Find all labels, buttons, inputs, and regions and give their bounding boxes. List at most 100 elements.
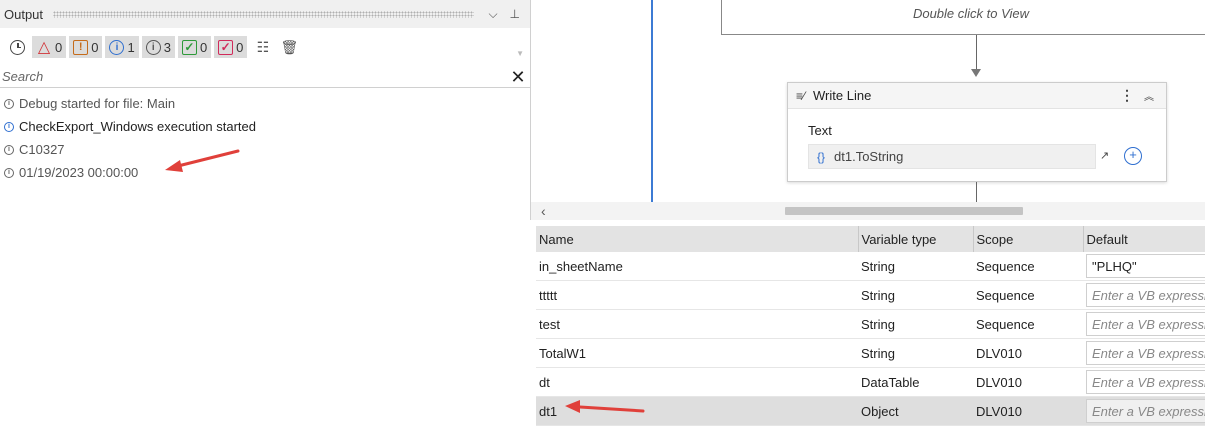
log-entry[interactable]: i 01/19/2023 00:00:00 xyxy=(0,161,530,184)
default-expression-input[interactable]: Enter a VB expression xyxy=(1086,370,1205,395)
variable-type[interactable]: String xyxy=(858,280,973,311)
variable-scope[interactable]: DLV010 xyxy=(973,367,1083,398)
variable-name[interactable]: in_sheetName xyxy=(536,252,858,282)
clear-all-button[interactable]: 🗑 xyxy=(277,36,301,58)
write-line-activity[interactable]: ≡⁄ Write Line ⋮ ︽ Text {} dt1.ToString ↗… xyxy=(787,82,1167,182)
log-text: CheckExport_Windows execution started xyxy=(19,119,257,134)
chevron-down-icon[interactable]: ⌵ xyxy=(482,7,503,22)
info-icon: i xyxy=(4,121,14,132)
collapsed-activity[interactable]: Double click to View xyxy=(721,0,1205,35)
table-row-selected[interactable]: dt1 Object DLV010 Enter a VB expression xyxy=(536,396,1205,426)
expression-braces-icon: {} xyxy=(817,149,826,164)
variable-default-cell: Enter a VB expression xyxy=(1083,280,1205,311)
scrollbar-thumb[interactable] xyxy=(785,207,1023,215)
trash-icon: 🗑 xyxy=(280,38,299,55)
column-header-default[interactable]: Default xyxy=(1083,226,1205,252)
variable-default-cell: Enter a VB expression xyxy=(1083,338,1205,369)
trace-filter-button[interactable]: i 3 xyxy=(141,36,175,58)
log-entry[interactable]: i C10327 xyxy=(0,138,530,161)
connector-line xyxy=(976,182,978,202)
log-entry[interactable]: i Debug started for file: Main xyxy=(0,92,530,115)
list-icon: ☷ xyxy=(256,38,270,55)
log-text: C10327 xyxy=(19,142,65,157)
variable-name[interactable]: dt xyxy=(536,367,858,398)
timestamps-button[interactable] xyxy=(6,36,29,58)
variable-name[interactable]: dt1 xyxy=(536,396,858,426)
variable-default-cell: Enter a VB expression xyxy=(1083,367,1205,398)
output-toolbar: △ 0 ! 0 i 1 i 3 ✓ 0 ✓ 0 ☷ 🗑 ▼ xyxy=(0,31,530,63)
info-icon: i xyxy=(109,39,125,55)
variables-panel: Name Variable type Scope Default in_shee… xyxy=(536,226,1205,426)
output-header: Output ⌵ ⊥ xyxy=(0,0,530,28)
write-line-icon: ≡⁄ xyxy=(796,88,806,103)
more-options-icon[interactable]: ⋮ xyxy=(1114,87,1140,104)
table-header-row: Name Variable type Scope Default xyxy=(536,226,1205,252)
errors-filter-button[interactable]: △ 0 xyxy=(32,36,67,58)
table-row[interactable]: ttttt String Sequence Enter a VB express… xyxy=(536,280,1205,311)
clock-icon xyxy=(10,39,25,55)
check-red-icon: ✓ xyxy=(218,39,234,55)
info-count: 1 xyxy=(127,39,135,55)
search-input[interactable] xyxy=(0,66,506,87)
expand-editor-icon[interactable]: ↗ xyxy=(1100,149,1109,162)
pin-icon[interactable]: ⊥ xyxy=(504,7,526,21)
double-click-hint: Double click to View xyxy=(912,6,1030,21)
text-expression-input[interactable]: {} dt1.ToString xyxy=(808,144,1096,169)
variable-type[interactable]: String xyxy=(858,252,973,282)
variable-name[interactable]: TotalW1 xyxy=(536,338,858,369)
workflow-designer: Double click to View ≡⁄ Write Line ⋮ ︽ T… xyxy=(530,0,1205,220)
plus-icon[interactable]: + xyxy=(1124,147,1142,165)
trace-icon: i xyxy=(4,167,14,178)
variable-scope[interactable]: Sequence xyxy=(973,280,1083,311)
default-expression-input[interactable]: Enter a VB expression xyxy=(1086,399,1205,424)
column-header-scope[interactable]: Scope xyxy=(973,226,1084,252)
connector-line xyxy=(976,35,978,69)
list-view-button[interactable]: ☷ xyxy=(250,36,274,58)
horizontal-scrollbar[interactable]: ‹ xyxy=(531,202,1205,220)
default-expression-input[interactable]: "PLHQ" xyxy=(1086,254,1205,279)
error-triangle-icon: △ xyxy=(37,39,51,56)
info-filter-button[interactable]: i 1 xyxy=(105,36,139,58)
warnings-filter-button[interactable]: ! 0 xyxy=(69,36,103,58)
variable-type[interactable]: String xyxy=(858,309,973,340)
variable-default-cell: "PLHQ" xyxy=(1083,252,1205,282)
scroll-indicator-icon: ▼ xyxy=(516,49,524,58)
variable-scope[interactable]: Sequence xyxy=(973,309,1083,340)
collapse-icon[interactable]: ︽ xyxy=(1140,88,1158,103)
trace-icon: i xyxy=(145,39,161,55)
variable-name[interactable]: ttttt xyxy=(536,280,858,311)
errors-count: 0 xyxy=(55,39,63,55)
verbose-count: 0 xyxy=(199,39,208,55)
variable-name[interactable]: test xyxy=(536,309,858,340)
variable-default-cell: Enter a VB expression xyxy=(1083,396,1205,426)
column-header-type[interactable]: Variable type xyxy=(858,226,974,252)
table-row[interactable]: test String Sequence Enter a VB expressi… xyxy=(536,309,1205,340)
table-row[interactable]: in_sheetName String Sequence "PLHQ" xyxy=(536,252,1205,282)
activity-header: ≡⁄ Write Line ⋮ ︽ xyxy=(788,83,1166,109)
table-row[interactable]: TotalW1 String DLV010 Enter a VB express… xyxy=(536,338,1205,369)
default-expression-input[interactable]: Enter a VB expression xyxy=(1086,312,1205,337)
variable-type[interactable]: DataTable xyxy=(858,367,973,398)
warnings-count: 0 xyxy=(91,39,99,55)
variable-scope[interactable]: DLV010 xyxy=(973,338,1083,369)
sequence-boundary-line xyxy=(651,0,653,202)
variable-type[interactable]: Object xyxy=(858,396,973,426)
critical-filter-button[interactable]: ✓ 0 xyxy=(214,36,248,58)
variable-scope[interactable]: Sequence xyxy=(973,252,1083,282)
default-expression-input[interactable]: Enter a VB expression xyxy=(1086,283,1205,308)
critical-count: 0 xyxy=(236,39,244,55)
variable-scope[interactable]: DLV010 xyxy=(973,396,1083,426)
column-header-name[interactable]: Name xyxy=(536,226,859,252)
activity-title: Write Line xyxy=(813,88,872,103)
variable-type[interactable]: String xyxy=(858,338,973,369)
default-expression-input[interactable]: Enter a VB expression xyxy=(1086,341,1205,366)
panel-drag-grip[interactable] xyxy=(53,10,475,18)
warning-icon: ! xyxy=(73,39,89,55)
log-entry[interactable]: i CheckExport_Windows execution started xyxy=(0,115,530,138)
scroll-left-icon[interactable]: ‹ xyxy=(541,203,546,219)
search-row: ✕ xyxy=(0,66,530,88)
verbose-filter-button[interactable]: ✓ 0 xyxy=(177,36,212,58)
table-row[interactable]: dt DataTable DLV010 Enter a VB expressio… xyxy=(536,367,1205,398)
close-icon[interactable]: ✕ xyxy=(506,67,530,87)
expression-value: dt1.ToString xyxy=(834,149,904,164)
